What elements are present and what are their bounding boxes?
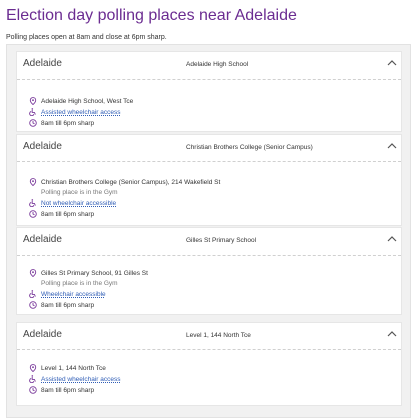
clock-icon — [29, 386, 37, 394]
note-row: Polling place is in the Gym — [41, 278, 118, 288]
accessibility-link[interactable]: Assisted wheelchair access — [41, 108, 120, 117]
divider — [17, 349, 401, 350]
address-text: Level 1, 144 North Tce — [41, 364, 106, 372]
place-name: Adelaide — [23, 141, 62, 152]
venue-name: Adelaide High School — [186, 61, 249, 68]
note-row: Polling place is in the Gym — [41, 187, 118, 197]
hours-text: 8am till 6pm sharp — [41, 301, 95, 309]
location-pin-icon — [29, 97, 37, 105]
hours-text: 8am till 6pm sharp — [41, 386, 95, 394]
address-text: Christian Brothers College (Senior Campu… — [41, 178, 221, 186]
wheelchair-icon — [29, 375, 36, 383]
clock-icon — [29, 210, 37, 218]
address-row: Christian Brothers College (Senior Campu… — [29, 177, 220, 187]
page-subtitle: Polling places open at 8am and close at … — [6, 34, 167, 41]
polling-place-card: Adelaide Adelaide High School Adelaide H… — [16, 51, 402, 132]
card-header[interactable]: Adelaide Level 1, 144 North Tce — [17, 323, 401, 345]
location-pin-icon — [29, 269, 37, 277]
hours-row: 8am till 6pm sharp — [29, 385, 94, 395]
accessibility-row: Not wheelchair accessible — [29, 198, 116, 208]
place-name: Adelaide — [23, 329, 62, 340]
chevron-up-icon[interactable] — [387, 142, 397, 150]
address-text: Gilles St Primary School, 91 Gilles St — [41, 269, 148, 277]
place-name: Adelaide — [23, 234, 62, 245]
hours-row: 8am till 6pm sharp — [29, 300, 94, 310]
accessibility-row: Wheelchair accessible — [29, 289, 106, 299]
wheelchair-icon — [29, 290, 36, 298]
clock-icon — [29, 119, 37, 127]
polling-place-card: Adelaide Christian Brothers College (Sen… — [16, 134, 402, 226]
venue-name: Christian Brothers College (Senior Campu… — [186, 144, 313, 151]
accessibility-link[interactable]: Wheelchair accessible — [41, 290, 106, 299]
location-note: Polling place is in the Gym — [41, 279, 118, 287]
page: Election day polling places near Adelaid… — [0, 0, 414, 43]
address-row: Gilles St Primary School, 91 Gilles St — [29, 268, 148, 278]
wheelchair-icon — [29, 199, 36, 207]
address-text: Adelaide High School, West Tce — [41, 97, 134, 105]
accessibility-row: Assisted wheelchair access — [29, 107, 120, 117]
venue-name: Gilles St Primary School — [186, 237, 257, 244]
wheelchair-icon — [29, 108, 36, 116]
page-title: Election day polling places near Adelaid… — [6, 7, 297, 24]
chevron-up-icon[interactable] — [387, 59, 397, 67]
hours-row: 8am till 6pm sharp — [29, 118, 94, 128]
address-row: Level 1, 144 North Tce — [29, 363, 106, 373]
location-note: Polling place is in the Gym — [41, 188, 118, 196]
location-pin-icon — [29, 178, 37, 186]
divider — [17, 255, 401, 256]
clock-icon — [29, 301, 37, 309]
divider — [17, 79, 401, 80]
location-pin-icon — [29, 364, 37, 372]
hours-text: 8am till 6pm sharp — [41, 210, 95, 218]
hours-row: 8am till 6pm sharp — [29, 209, 94, 219]
polling-places-list: Adelaide Adelaide High School Adelaide H… — [6, 44, 411, 418]
divider — [17, 161, 401, 162]
chevron-up-icon[interactable] — [387, 330, 397, 338]
accessibility-link[interactable]: Not wheelchair accessible — [41, 199, 116, 208]
hours-text: 8am till 6pm sharp — [41, 119, 95, 127]
card-header[interactable]: Adelaide Christian Brothers College (Sen… — [17, 135, 401, 157]
polling-place-card: Adelaide Level 1, 144 North Tce Level 1,… — [16, 322, 402, 406]
place-name: Adelaide — [23, 58, 62, 69]
polling-place-card: Adelaide Gilles St Primary School Gilles… — [16, 227, 402, 315]
chevron-up-icon[interactable] — [387, 235, 397, 243]
card-header[interactable]: Adelaide Gilles St Primary School — [17, 228, 401, 250]
address-row: Adelaide High School, West Tce — [29, 96, 133, 106]
card-header[interactable]: Adelaide Adelaide High School — [17, 52, 401, 74]
accessibility-link[interactable]: Assisted wheelchair access — [41, 375, 120, 384]
accessibility-row: Assisted wheelchair access — [29, 374, 120, 384]
venue-name: Level 1, 144 North Tce — [186, 332, 251, 339]
